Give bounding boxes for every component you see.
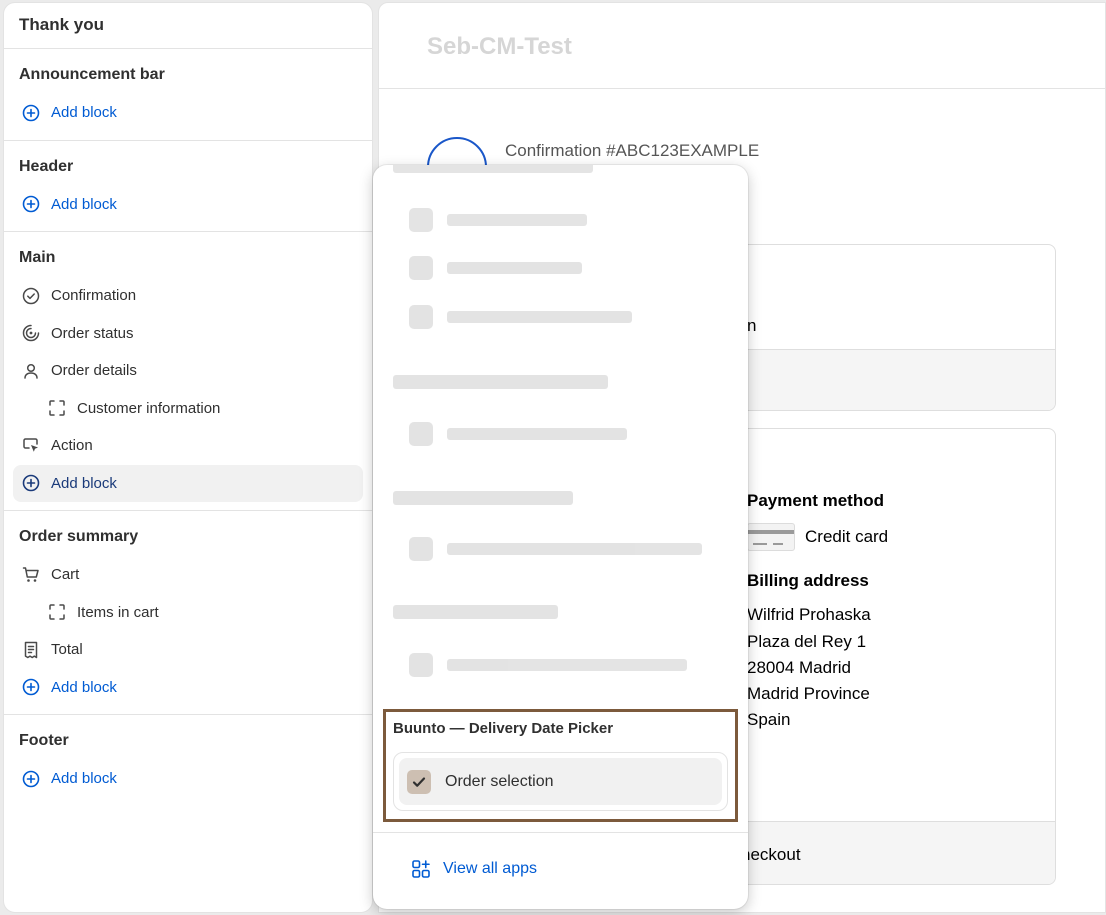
order-selection-label: Order selection bbox=[445, 772, 554, 790]
sidebar-item-order-status[interactable]: Order status bbox=[13, 315, 363, 353]
faded-app-item bbox=[409, 422, 627, 446]
sidebar-item-customer-information[interactable]: Customer information bbox=[13, 390, 363, 428]
section-heading: Footer bbox=[19, 732, 69, 749]
faded-group-heading bbox=[393, 605, 558, 619]
cursor-click-icon bbox=[21, 436, 41, 456]
add-block-label: Add block bbox=[51, 474, 117, 492]
plus-circle-icon bbox=[21, 769, 41, 789]
sidebar-item-items-in-cart[interactable]: Items in cart bbox=[13, 594, 363, 632]
faded-group-heading bbox=[393, 165, 593, 173]
block-frame-icon bbox=[47, 602, 67, 622]
receipt-icon bbox=[21, 640, 41, 660]
add-block-button[interactable]: Add block bbox=[13, 94, 363, 132]
billing-line: Wilfrid Prohaska bbox=[747, 605, 871, 624]
faded-group-heading bbox=[393, 491, 573, 505]
plus-circle-icon bbox=[21, 473, 41, 493]
sidebar-item-label: Order status bbox=[51, 324, 134, 342]
checkbox-icon bbox=[407, 769, 431, 794]
order-selection-item[interactable]: Order selection bbox=[399, 758, 722, 805]
section-header: Header Add block bbox=[4, 141, 372, 232]
sidebar-item-label: Total bbox=[51, 641, 83, 659]
sidebar-item-cart[interactable]: Cart bbox=[13, 556, 363, 594]
sidebar: Thank you Announcement bar Add block Hea… bbox=[3, 2, 373, 913]
preview-header: Seb-CM-Test bbox=[379, 3, 1105, 89]
add-block-button[interactable]: Add block bbox=[13, 464, 363, 502]
check-circle-icon bbox=[21, 286, 41, 306]
plus-circle-icon bbox=[21, 194, 41, 214]
billing-address-heading: Billing address bbox=[747, 571, 869, 590]
section-heading: Header bbox=[19, 157, 74, 175]
section-order-summary: Order summary Cart Items in cart Total A… bbox=[4, 511, 372, 715]
add-block-popover: Buunto — Delivery Date Picker Order sele… bbox=[373, 165, 748, 909]
payment-method-heading: Payment method bbox=[747, 491, 884, 510]
block-frame-icon bbox=[47, 398, 67, 418]
add-block-label: Add block bbox=[51, 195, 117, 213]
add-block-button[interactable]: Add block bbox=[13, 186, 363, 224]
card-text-fragment: n bbox=[747, 316, 757, 335]
order-status-icon bbox=[21, 323, 41, 343]
faded-app-item bbox=[409, 305, 632, 329]
sidebar-title: Thank you bbox=[4, 3, 372, 49]
card-footer bbox=[740, 349, 1055, 410]
sidebar-item-label: Items in cart bbox=[77, 603, 159, 621]
store-name: Seb-CM-Test bbox=[427, 33, 572, 60]
checkout-fragment: heckout bbox=[741, 845, 801, 864]
sidebar-item-order-details[interactable]: Order details bbox=[13, 352, 363, 390]
billing-line: 28004 Madrid bbox=[747, 658, 851, 677]
section-heading: Order summary bbox=[19, 528, 139, 545]
add-block-label: Add block bbox=[51, 770, 117, 788]
faded-app-item bbox=[409, 256, 582, 280]
app-group-heading: Buunto — Delivery Date Picker bbox=[393, 720, 614, 737]
apps-grid-icon bbox=[411, 859, 431, 879]
sidebar-item-label: Cart bbox=[51, 566, 80, 584]
add-block-button[interactable]: Add block bbox=[13, 760, 363, 798]
section-announcement-bar: Announcement bar Add block bbox=[4, 49, 372, 141]
section-main: Main Confirmation Order status Order det… bbox=[4, 232, 372, 511]
faded-group-heading bbox=[393, 375, 608, 389]
sidebar-item-action[interactable]: Action bbox=[13, 427, 363, 465]
sidebar-item-confirmation[interactable]: Confirmation bbox=[13, 277, 363, 315]
billing-line: Madrid Province bbox=[747, 684, 870, 703]
billing-line: Plaza del Rey 1 bbox=[747, 632, 867, 651]
payment-method-value: Credit card bbox=[805, 527, 889, 546]
plus-circle-icon bbox=[21, 103, 41, 123]
sidebar-item-label: Confirmation bbox=[51, 287, 137, 305]
credit-card-icon bbox=[747, 523, 795, 551]
person-icon bbox=[21, 361, 41, 381]
add-block-button[interactable]: Add block bbox=[13, 669, 363, 707]
app-block-list: Order selection bbox=[393, 752, 728, 811]
sidebar-item-label: Action bbox=[51, 437, 93, 455]
confirmation-number: Confirmation #ABC123EXAMPLE bbox=[505, 141, 760, 160]
sidebar-item-label: Order details bbox=[51, 362, 137, 380]
view-all-apps-link[interactable]: View all apps bbox=[411, 859, 537, 879]
faded-app-item bbox=[409, 208, 587, 232]
billing-line: Spain bbox=[747, 710, 791, 729]
order-status-card: n bbox=[739, 244, 1056, 411]
section-heading: Main bbox=[19, 249, 56, 266]
add-block-label: Add block bbox=[51, 678, 117, 696]
view-all-apps-label: View all apps bbox=[443, 860, 537, 877]
sidebar-item-total[interactable]: Total bbox=[13, 631, 363, 669]
cart-icon bbox=[21, 565, 41, 585]
faded-app-item bbox=[409, 653, 687, 677]
add-block-label: Add block bbox=[51, 104, 117, 122]
section-heading: Announcement bar bbox=[19, 66, 165, 83]
popover-footer: View all apps bbox=[373, 832, 748, 909]
faded-app-item bbox=[409, 537, 702, 561]
plus-circle-icon bbox=[21, 677, 41, 697]
section-footer: Footer Add block bbox=[4, 715, 372, 806]
sidebar-item-label: Customer information bbox=[77, 399, 221, 417]
